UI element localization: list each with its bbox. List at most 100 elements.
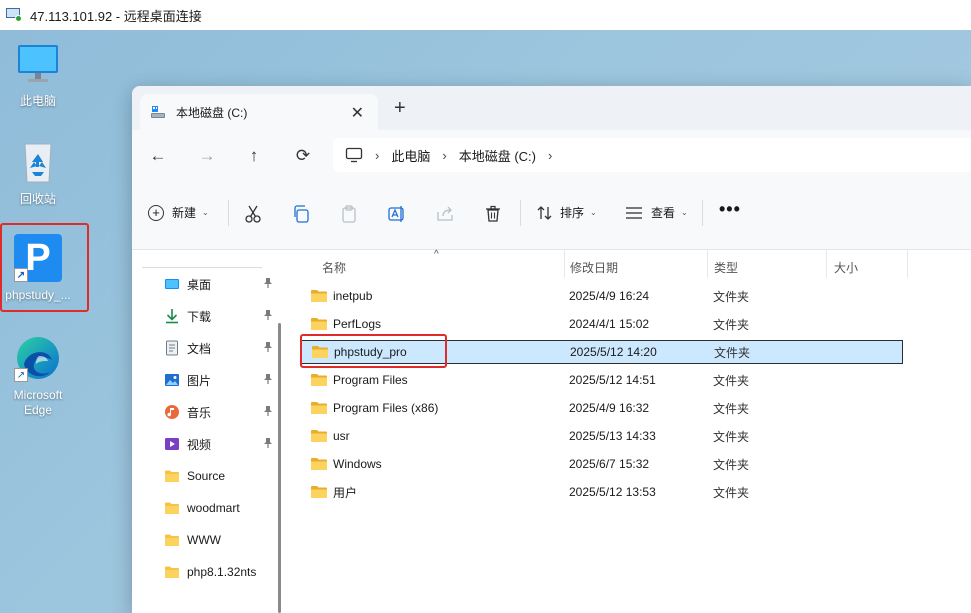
sort-button[interactable]: 排序 ⌄ <box>536 204 597 221</box>
column-header-size[interactable]: 大小 <box>834 256 858 278</box>
nav-item-label: 视频 <box>187 437 212 452</box>
folder-icon <box>310 429 328 443</box>
nav-item-桌面[interactable]: 桌面 <box>164 273 274 295</box>
file-name: Program Files (x86) <box>333 401 439 415</box>
view-icon <box>626 206 642 219</box>
breadcrumb-separator[interactable]: › <box>375 148 379 163</box>
file-name: inetpub <box>333 289 373 303</box>
breadcrumb-this-pc[interactable]: 此电脑 <box>391 146 430 165</box>
nav-item-label: Source <box>187 469 226 483</box>
nav-item-php8-1-32nts[interactable]: php8.1.32nts <box>164 561 274 583</box>
file-date: 2025/4/9 16:24 <box>569 289 650 303</box>
file-row[interactable]: 用户 2025/5/12 13:53 文件夹 <box>300 480 903 504</box>
new-tab-button[interactable]: + <box>394 97 406 120</box>
forward-button[interactable]: → <box>195 144 219 168</box>
folder-icon <box>310 485 328 499</box>
desktop-icon-label: 回收站 <box>19 192 56 206</box>
file-row[interactable]: PerfLogs 2024/4/1 15:02 文件夹 <box>300 312 903 336</box>
breadcrumb-separator[interactable]: › <box>442 148 446 163</box>
close-tab-button[interactable]: ✕ <box>351 103 364 123</box>
delete-icon[interactable] <box>483 204 503 224</box>
file-row[interactable]: Program Files (x86) 2025/4/9 16:32 文件夹 <box>300 396 903 420</box>
nav-item-source[interactable]: Source <box>164 465 274 487</box>
paste-icon[interactable] <box>339 204 359 224</box>
file-type: 文件夹 <box>713 429 750 444</box>
up-button[interactable]: ↑ <box>242 144 266 168</box>
rdp-title-bar: 47.113.101.92 - 远程桌面连接 <box>0 0 971 30</box>
folder-icon <box>164 500 180 516</box>
rename-icon[interactable] <box>387 204 407 224</box>
toolbar-divider <box>520 200 521 226</box>
file-name: usr <box>333 429 350 443</box>
sort-button-label: 排序 <box>560 206 585 220</box>
column-divider[interactable] <box>826 250 827 278</box>
desktop-icon-this-pc[interactable]: 此电脑 <box>0 40 76 109</box>
breadcrumb-separator[interactable]: › <box>548 148 552 163</box>
address-bar[interactable]: › 此电脑 › 本地磁盘 (C:) › <box>333 138 971 172</box>
column-divider[interactable] <box>907 250 908 278</box>
column-header-name[interactable]: 名称 <box>322 256 346 278</box>
column-divider[interactable] <box>707 250 708 278</box>
more-options-button[interactable]: ••• <box>719 199 741 220</box>
folder-icon <box>164 468 180 484</box>
nav-item-下载[interactable]: 下载 <box>164 305 274 327</box>
file-type: 文件夹 <box>713 373 750 388</box>
file-explorer-window: 本地磁盘 (C:) ✕ + ← → ↑ ⟳ › 此电脑 › 本地磁盘 (C:) … <box>132 86 971 613</box>
view-button[interactable]: 查看 ⌄ <box>625 204 688 221</box>
file-row[interactable]: inetpub 2025/4/9 16:24 文件夹 <box>300 284 903 308</box>
new-button[interactable]: + 新建 ⌄ <box>148 204 209 221</box>
nav-item-www[interactable]: WWW <box>164 529 274 551</box>
nav-item-图片[interactable]: 图片 <box>164 369 274 391</box>
nav-item-woodmart[interactable]: woodmart <box>164 497 274 519</box>
column-header-type[interactable]: 类型 <box>714 256 738 278</box>
file-name: Program Files <box>333 373 408 387</box>
folder-icon <box>310 457 328 471</box>
pin-icon <box>262 373 274 385</box>
view-button-label: 查看 <box>651 206 676 220</box>
file-name: PerfLogs <box>333 317 382 331</box>
file-type: 文件夹 <box>713 317 750 332</box>
drive-icon <box>151 106 165 118</box>
breadcrumb-local-disk[interactable]: 本地磁盘 (C:) <box>459 146 536 165</box>
music-icon <box>164 404 180 420</box>
pin-icon <box>262 309 274 321</box>
download-icon <box>164 308 180 324</box>
pin-icon <box>262 405 274 417</box>
desktop-icon-label: Microsoft Edge <box>13 388 63 417</box>
back-button[interactable]: ← <box>146 144 170 168</box>
refresh-button[interactable]: ⟳ <box>291 144 315 168</box>
pin-icon <box>262 277 274 289</box>
nav-pane-scrollbar[interactable] <box>278 323 281 613</box>
desktop-icon-recycle-bin[interactable]: 回收站 <box>0 138 76 207</box>
chevron-down-icon: ⌄ <box>590 208 597 217</box>
pin-icon <box>262 341 274 353</box>
file-date: 2025/5/12 13:53 <box>569 485 656 499</box>
desktop-icon-edge[interactable]: ↗ Microsoft Edge <box>0 334 76 418</box>
cut-icon[interactable] <box>243 204 263 224</box>
rdp-window-title: 47.113.101.92 - 远程桌面连接 <box>30 8 202 24</box>
copy-icon[interactable] <box>291 204 311 224</box>
file-name: 用户 <box>333 485 358 500</box>
recycle-bin-icon <box>24 143 52 183</box>
nav-item-label: 图片 <box>187 373 212 388</box>
file-type: 文件夹 <box>713 401 750 416</box>
highlight-box-phpstudy <box>0 223 89 312</box>
nav-item-视频[interactable]: 视频 <box>164 433 274 455</box>
share-icon[interactable] <box>435 204 455 224</box>
file-row[interactable]: Program Files 2025/5/12 14:51 文件夹 <box>300 368 903 392</box>
nav-item-文档[interactable]: 文档 <box>164 337 274 359</box>
navigation-bar: ← → ↑ ⟳ › 此电脑 › 本地磁盘 (C:) › <box>132 130 971 182</box>
tab-local-disk[interactable]: 本地磁盘 (C:) ✕ <box>140 94 378 130</box>
remote-desktop-icon <box>6 8 22 22</box>
file-date: 2025/6/7 15:32 <box>569 457 650 471</box>
tab-label: 本地磁盘 (C:) <box>176 105 248 120</box>
column-header-date[interactable]: 修改日期 <box>570 256 618 278</box>
column-divider[interactable] <box>564 250 565 278</box>
file-row[interactable]: usr 2025/5/13 14:33 文件夹 <box>300 424 903 448</box>
nav-item-label: 下载 <box>187 309 212 324</box>
file-row[interactable]: Windows 2025/6/7 15:32 文件夹 <box>300 452 903 476</box>
nav-item-音乐[interactable]: 音乐 <box>164 401 274 423</box>
monitor-icon <box>18 45 58 82</box>
toolbar-divider <box>702 200 703 226</box>
monitor-icon <box>345 147 363 163</box>
